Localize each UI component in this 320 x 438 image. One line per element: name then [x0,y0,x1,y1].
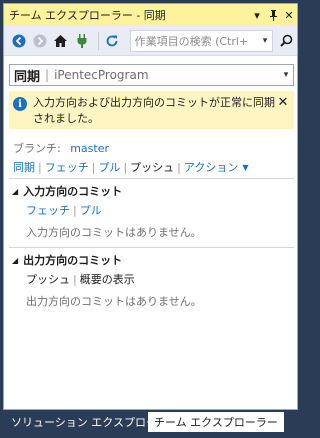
current-page-label: 同期 [14,69,41,85]
project-name: iPentecProgram [54,68,149,82]
outgoing-push-link[interactable]: プッシュ [26,271,70,287]
sync-link[interactable]: 同期 [13,159,35,175]
chevron-down-icon[interactable]: ▾ [279,70,293,80]
search-icon[interactable] [275,30,297,52]
action-separator: | [73,272,77,286]
refresh-icon[interactable] [103,31,121,51]
action-separator: | [73,203,77,217]
tool-window-tab-bar: ソリューション エクスプローラー チーム エクスプローラー [0,410,301,438]
forward-icon[interactable] [31,31,49,51]
outgoing-commits-actions: プッシュ | 概要の表示 [26,271,202,287]
work-item-search-box[interactable]: 作業項目の検索 (Ctrl+ ▾ [129,29,274,52]
action-separator: | [91,160,96,174]
info-message: 入力方向および出力方向のコミットが正常に同期されました。 [33,96,275,125]
dismiss-notification-icon[interactable]: ✕ [276,95,290,110]
outgoing-commits-heading: 出力方向のコミット [23,254,123,267]
action-separator: | [38,160,42,174]
incoming-pull-link[interactable]: プル [80,202,102,218]
info-notification-bar: i 入力方向および出力方向のコミットが正常に同期されました。 ✕ [9,91,294,129]
search-input[interactable]: 作業項目の検索 (Ctrl+ [135,33,258,49]
incoming-commits-actions: フェッチ | プル [26,202,202,218]
info-icon: i [13,97,27,111]
action-separator: | [123,160,128,174]
close-icon[interactable]: ✕ [281,6,297,24]
incoming-fetch-link[interactable]: フェッチ [26,202,70,218]
toolbar-separator [97,31,99,50]
section-divider [9,247,294,248]
tab-team-explorer[interactable]: チーム エクスプローラー [148,412,284,432]
branch-label: ブランチ: [13,142,61,155]
sync-actions-row: 同期 | フェッチ | プル | プッシュ | アクション ▼ [13,159,248,175]
branch-name-link[interactable]: master [70,142,109,155]
outgoing-empty-message: 出力方向のコミットはありません。 [26,295,202,308]
outgoing-commits-header[interactable]: ◢ 出力方向のコミット [12,252,202,268]
action-separator: | [177,160,181,174]
actions-dropdown-icon[interactable]: ▼ [242,163,248,172]
outgoing-commits-section: ◢ 出力方向のコミット プッシュ | 概要の表示 出力方向のコミットはありません… [12,252,202,309]
section-divider [9,178,294,179]
collapse-triangle-icon[interactable]: ◢ [12,256,18,265]
team-explorer-panel: チーム エクスプローラー - 同期 ▾ ✕ 作業項目の検索 (Ctrl+ ▾ 同… [3,3,298,410]
search-dropdown-icon[interactable]: ▾ [258,36,272,46]
page-selector[interactable]: 同期 | iPentecProgram ▾ [9,64,294,86]
incoming-empty-message: 入力方向のコミットはありません。 [26,226,202,239]
actions-menu[interactable]: アクション [184,159,238,175]
view-overview-link[interactable]: 概要の表示 [80,271,135,287]
panel-title-bar[interactable]: チーム エクスプローラー - 同期 ▾ ✕ [4,4,297,26]
back-icon[interactable] [10,31,28,51]
pull-link[interactable]: プル [98,159,120,175]
push-link[interactable]: プッシュ [130,159,174,175]
window-position-dropdown-icon[interactable]: ▾ [249,6,265,24]
page-selector-separator: | [45,68,50,82]
fetch-link[interactable]: フェッチ [45,159,89,175]
panel-title: チーム エクスプローラー - 同期 [9,9,166,22]
incoming-commits-header[interactable]: ◢ 入力方向のコミット [12,183,202,199]
connect-plug-icon[interactable] [73,31,91,51]
collapse-triangle-icon[interactable]: ◢ [12,187,18,196]
toolbar: 作業項目の検索 (Ctrl+ ▾ [4,26,297,56]
pin-icon[interactable] [265,6,281,24]
incoming-commits-heading: 入力方向のコミット [23,185,123,198]
incoming-commits-section: ◢ 入力方向のコミット フェッチ | プル 入力方向のコミットはありません。 [12,183,202,240]
branch-row: ブランチ: master [13,140,109,156]
home-icon[interactable] [52,31,70,51]
